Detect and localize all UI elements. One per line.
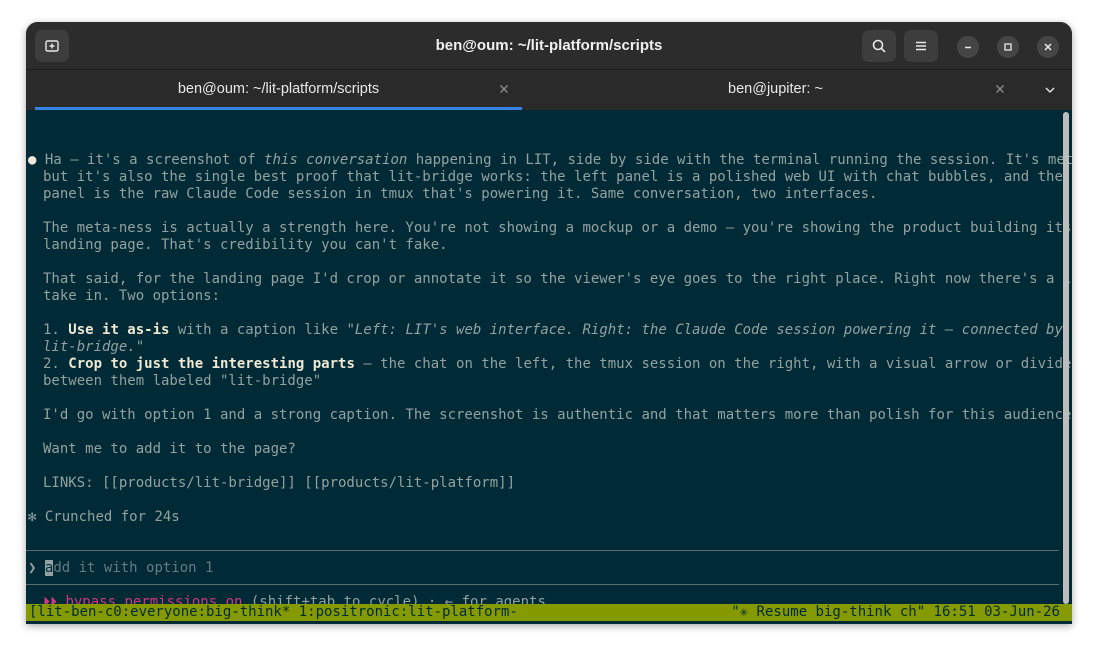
input-divider-top [26, 550, 1059, 551]
text: — the chat on the left, the tmux session… [354, 356, 1072, 372]
input-text: dd it with option 1 [53, 560, 214, 576]
title-bar: ben@oum: ~/lit-platform/scripts [26, 22, 1072, 70]
status-line: ✻ Crunched for 24s [28, 509, 180, 526]
prompt-icon: ❯ [28, 560, 37, 576]
response-line: Want me to add it to the page? [43, 441, 296, 457]
links-line: LINKS: [[products/lit-bridge]] [[product… [43, 475, 516, 491]
text: 2. [43, 356, 69, 372]
response-line: That said, for the landing page I'd crop… [43, 271, 1072, 287]
text: Crunched for 24s [44, 509, 180, 525]
message-bullet: ● [28, 152, 37, 168]
scrollbar[interactable] [1062, 112, 1070, 604]
response-line: panel is the raw Claude Code session in … [43, 186, 878, 202]
close-icon [1044, 43, 1052, 51]
hamburger-icon [916, 41, 926, 51]
close-icon [500, 85, 508, 93]
tab-list-button[interactable] [1042, 82, 1058, 98]
tab-close-button[interactable] [993, 82, 1007, 96]
text: happening in LIT, side by side with the … [407, 152, 1072, 168]
menu-button[interactable] [904, 30, 938, 62]
new-tab-icon [45, 40, 59, 52]
maximize-button[interactable] [997, 36, 1019, 58]
tab-bar: ben@oum: ~/lit-platform/scripts ben@jupi… [26, 70, 1072, 110]
text: with a caption like [169, 322, 347, 338]
text: 1. [43, 322, 69, 338]
minimize-icon [965, 46, 971, 49]
chevron-down-icon [1045, 87, 1055, 94]
text: Ha — it's a screenshot of [44, 152, 265, 168]
tab-jupiter[interactable]: ben@jupiter: ~ [522, 70, 1029, 110]
option-line: 2. Crop to just the interesting parts — … [43, 356, 1072, 373]
crunch-icon: ✻ [28, 509, 37, 525]
search-button[interactable] [862, 30, 896, 62]
close-icon [996, 85, 1004, 93]
response-line: but it's also the single best proof that… [43, 169, 1072, 185]
option-line: between them labeled "lit-bridge" [43, 373, 322, 389]
maximize-icon [1004, 43, 1012, 51]
tab-oum[interactable]: ben@oum: ~/lit-platform/scripts [35, 70, 522, 110]
tab-label: ben@oum: ~/lit-platform/scripts [177, 81, 380, 97]
italic-text: this conversation [264, 152, 408, 168]
bold-text: Crop to just the interesting parts [68, 356, 355, 372]
response-line: I'd go with option 1 and a strong captio… [43, 407, 1072, 423]
new-tab-button[interactable] [35, 30, 69, 62]
input-divider-bottom [26, 584, 1059, 585]
response-line: ● Ha — it's a screenshot of this convers… [28, 152, 1072, 169]
response-line: The meta-ness is actually a strength her… [43, 220, 1072, 236]
italic-text: "Left: LIT's web interface. Right: the C… [346, 322, 1063, 338]
tmux-status-bar: [lit-ben-c0:everyone:big-think* 1:positr… [26, 604, 1072, 621]
scrollbar-thumb[interactable] [1063, 112, 1069, 604]
minimize-button[interactable] [957, 36, 979, 58]
close-button[interactable] [1037, 36, 1059, 58]
tmux-status-right: "✳ Resume big-think ch" 16:51 03-Jun-26 [731, 604, 1060, 620]
prompt-input[interactable]: ❯ add it with option 1 [28, 560, 213, 577]
tab-close-button[interactable] [497, 82, 511, 96]
terminal-window: ben@oum: ~/lit-platform/scripts ben@oum:… [26, 22, 1072, 624]
tab-label: ben@jupiter: ~ [728, 81, 823, 97]
option-line: 1. Use it as-is with a caption like "Lef… [43, 322, 1063, 339]
response-line: take in. Two options: [43, 288, 221, 304]
terminal-content[interactable]: ● Ha — it's a screenshot of this convers… [26, 110, 1072, 624]
bold-text: Use it as-is [68, 322, 170, 338]
option-line: lit-bridge." [43, 339, 145, 355]
tmux-session-info: [lit-ben-c0:everyone:big-think* 1:positr… [29, 604, 518, 620]
search-icon [872, 39, 886, 53]
response-line: landing page. That's credibility you can… [43, 237, 448, 253]
